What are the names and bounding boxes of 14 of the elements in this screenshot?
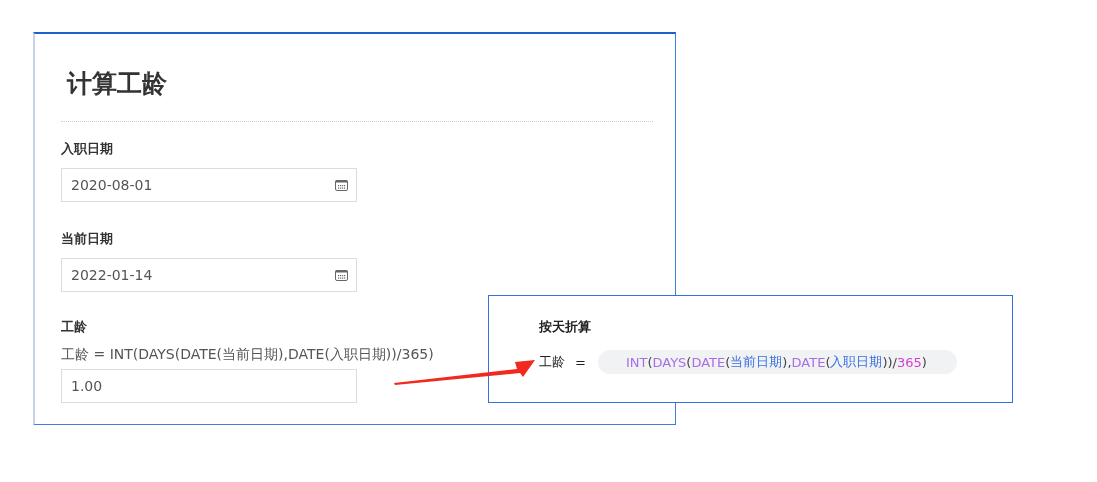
form-title: 计算工龄 — [67, 68, 168, 100]
calendar-icon[interactable] — [335, 179, 348, 191]
field-label: 入职日期 — [61, 140, 113, 158]
calendar-icon[interactable] — [335, 269, 348, 281]
date-field[interactable]: 2022-01-14 — [61, 258, 357, 292]
input-field[interactable]: 1.00 — [61, 369, 357, 403]
equals-sign: = — [575, 354, 586, 370]
formula-pill: INT(DAYS(DATE(当前日期),DATE(入职日期))/365) — [597, 350, 957, 374]
formula-name: 工龄 — [539, 353, 565, 371]
field-label: 工龄 — [61, 318, 87, 336]
callout-title: 按天折算 — [539, 318, 592, 336]
field-label: 当前日期 — [61, 230, 113, 248]
formula-hint: 工龄 = INT(DAYS(DATE(当前日期),DATE(入职日期))/365) — [61, 345, 434, 363]
date-field[interactable]: 2020-08-01 — [61, 168, 357, 202]
